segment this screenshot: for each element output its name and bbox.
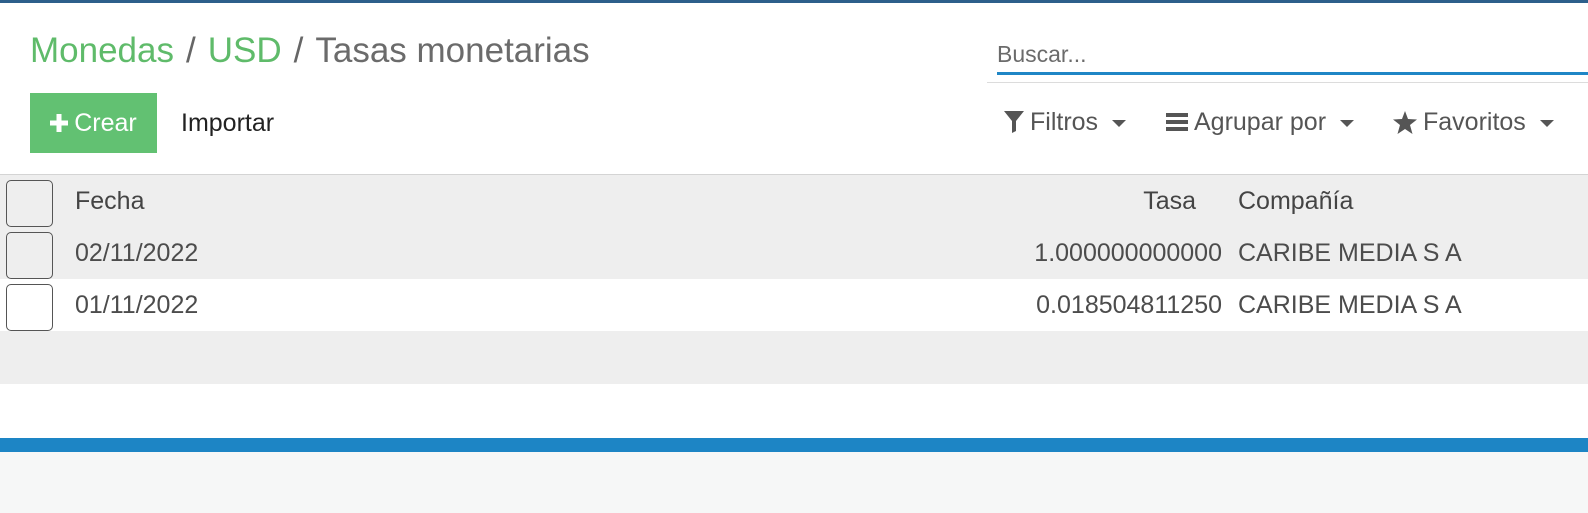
footer-area <box>0 452 1588 513</box>
breadcrumb: Monedas / USD / Tasas monetarias <box>30 30 590 72</box>
breadcrumb-separator: / <box>293 31 304 70</box>
column-header-fecha[interactable]: Fecha <box>75 175 144 227</box>
table-header: Fecha Tasa Compañía <box>0 175 1588 227</box>
create-button[interactable]: Crear <box>30 93 157 153</box>
cell-tasa: 1.000000000000 <box>1034 239 1222 267</box>
group-by-dropdown[interactable]: Agrupar por <box>1166 105 1355 139</box>
page-title: Tasas monetarias <box>315 31 590 70</box>
control-panel: Monedas / USD / Tasas monetarias Crear Impor… <box>0 3 1588 175</box>
chevron-down-icon <box>1112 119 1127 127</box>
star-icon <box>1393 110 1417 134</box>
bottom-bar <box>0 438 1588 452</box>
column-header-tasa[interactable]: Tasa <box>1143 175 1196 227</box>
filters-label: Filtros <box>1030 107 1099 136</box>
create-button-label: Crear <box>74 108 137 137</box>
divider <box>987 82 1588 83</box>
breadcrumb-item-monedas[interactable]: Monedas <box>30 31 174 70</box>
select-all-checkbox[interactable] <box>6 180 53 227</box>
group-by-label: Agrupar por <box>1194 107 1327 136</box>
favorites-dropdown[interactable]: Favoritos <box>1393 105 1554 139</box>
bars-icon <box>1166 112 1188 132</box>
breadcrumb-separator: / <box>185 31 196 70</box>
chevron-down-icon <box>1340 119 1355 127</box>
plus-icon <box>50 114 69 132</box>
cell-compania: CARIBE MEDIA S A <box>1238 239 1462 267</box>
search-input[interactable] <box>997 33 1588 71</box>
filters-dropdown[interactable]: Filtros <box>1004 105 1127 139</box>
chevron-down-icon <box>1539 119 1554 127</box>
table-row[interactable]: 01/11/2022 0.018504811250 CARIBE MEDIA S… <box>0 279 1588 331</box>
rates-table: Fecha Tasa Compañía 02/11/2022 1.0000000… <box>0 175 1588 384</box>
search-box <box>997 33 1588 75</box>
favorites-label: Favoritos <box>1423 107 1526 136</box>
import-button[interactable]: Importar <box>181 107 274 139</box>
table-footer-row <box>0 331 1588 384</box>
cell-fecha: 02/11/2022 <box>75 239 199 267</box>
row-checkbox[interactable] <box>6 232 53 279</box>
breadcrumb-item-usd[interactable]: USD <box>208 31 282 70</box>
cell-tasa: 0.018504811250 <box>1036 291 1222 319</box>
row-checkbox[interactable] <box>6 284 53 331</box>
cell-compania: CARIBE MEDIA S A <box>1238 291 1462 319</box>
table-row[interactable]: 02/11/2022 1.000000000000 CARIBE MEDIA S… <box>0 227 1588 279</box>
filter-icon <box>1004 111 1024 133</box>
column-header-compania[interactable]: Compañía <box>1238 175 1353 227</box>
cell-fecha: 01/11/2022 <box>75 291 199 319</box>
